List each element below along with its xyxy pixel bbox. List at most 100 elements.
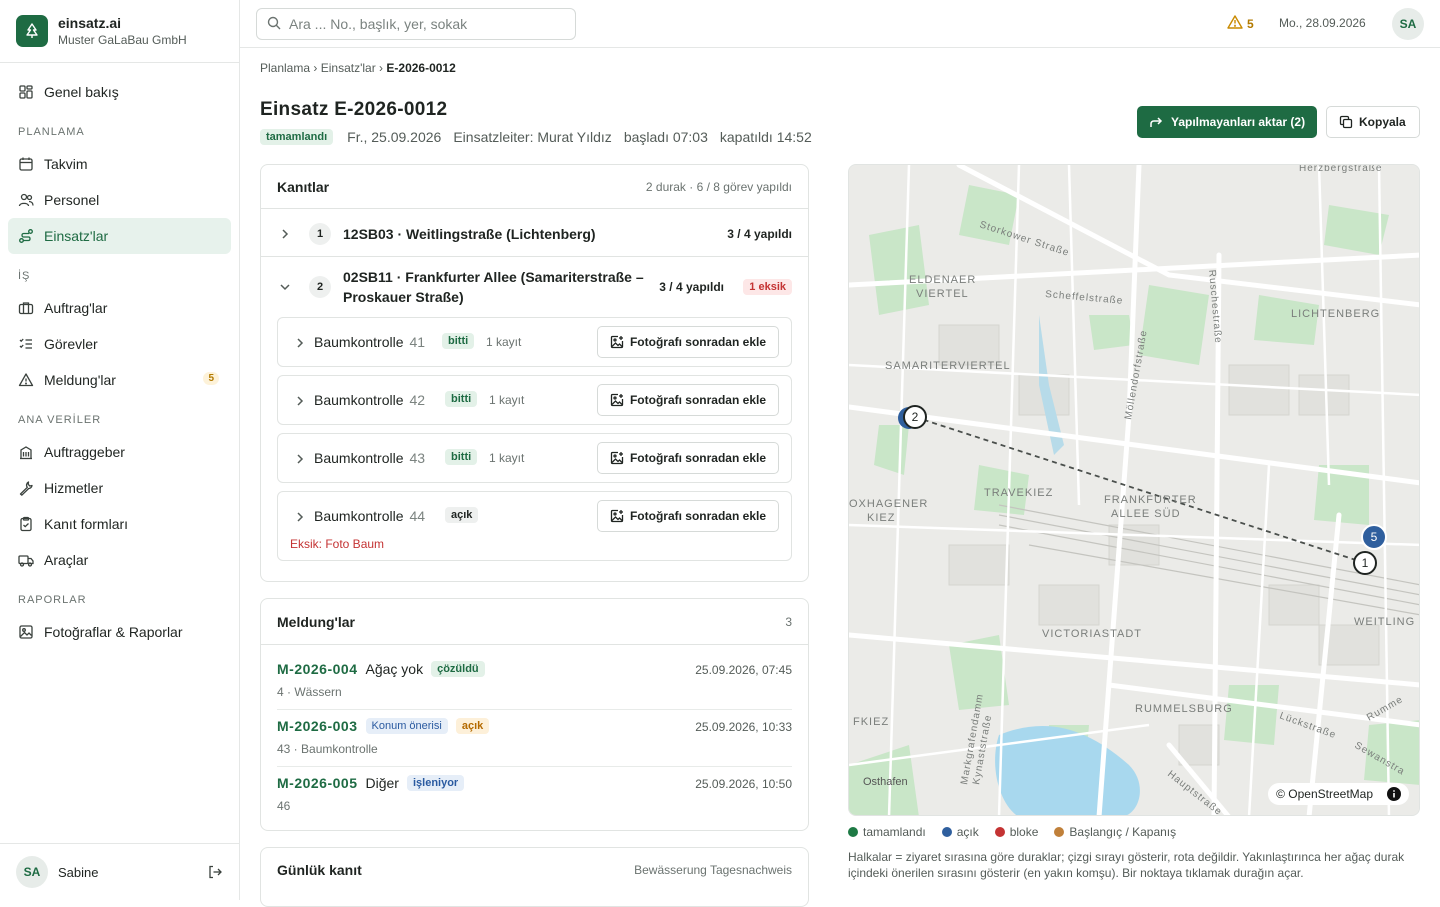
breadcrumb-deployments[interactable]: Einsatz'lar — [321, 61, 376, 75]
breadcrumb: Planlama › Einsatz'lar › E-2026-0012 — [260, 61, 456, 75]
sidebar-nav: Genel bakış PLANLAMA Takvim Personel Ein… — [8, 74, 231, 650]
map-legend: tamamlandı açık bloke Başlangıç / Kapanı… — [848, 825, 1192, 839]
daily-evidence-title: Günlük kanıt — [277, 862, 362, 878]
map-label: Herzbergstraße — [1299, 165, 1382, 174]
add-photo-later-button[interactable]: Fotoğrafı sonradan ekle — [596, 326, 779, 358]
divider — [277, 766, 792, 767]
legend-open: açık — [941, 825, 979, 839]
task-status-badge: bitti — [445, 449, 478, 465]
map-label: SAMARITERVIERTEL — [885, 360, 1011, 372]
avatar[interactable]: SA — [1392, 8, 1424, 40]
sidebar-item-label: Meldung'lar — [44, 372, 116, 388]
legend-done: tamamlandı — [848, 825, 926, 839]
report-id[interactable]: M-2026-004 — [277, 661, 358, 677]
task-row[interactable]: Baumkontrolle 41 bitti 1 kayıt Fotoğrafı … — [277, 317, 792, 367]
sidebar-item-evidence-forms[interactable]: Kanıt formları — [8, 506, 231, 542]
report-row[interactable]: M-2026-003 Konum önerisi açık 43 · Baumk… — [277, 718, 792, 756]
sidebar-item-reports[interactable]: Meldung'lar 5 — [8, 362, 231, 398]
deployment-started: başladı 07:03 — [623, 129, 708, 145]
task-row[interactable]: Baumkontrolle 42 bitti 1 kayıt Fotoğrafı … — [277, 375, 792, 425]
breadcrumb-planning[interactable]: Planlama — [260, 61, 310, 75]
add-photo-later-button[interactable]: Fotoğrafı sonradan ekle — [596, 384, 779, 416]
info-icon[interactable] — [1387, 787, 1401, 801]
checklist-icon — [18, 336, 34, 352]
daily-evidence-header: Günlük kanıt Bewässerung Tagesnachweis — [261, 848, 808, 892]
sidebar: einsatz.ai Muster GaLaBau GmbH Genel bak… — [0, 0, 240, 900]
map-marker-1[interactable]: 1 — [1353, 551, 1377, 575]
sidebar-item-tasks[interactable]: Görevler — [8, 326, 231, 362]
task-records: 1 kayıt — [486, 335, 522, 349]
report-row[interactable]: M-2026-004 Ağaç yok çözüldü 4 · Wässern … — [277, 661, 792, 699]
legend-label: tamamlandı — [863, 825, 926, 839]
sidebar-user: SA Sabine — [0, 843, 239, 900]
task-row[interactable]: Baumkontrolle 44 açık Fotoğrafı sonradan … — [277, 491, 792, 561]
image-icon — [18, 624, 34, 640]
add-photo-later-button[interactable]: Fotoğrafı sonradan ekle — [596, 442, 779, 474]
map-attribution[interactable]: © OpenStreetMap — [1268, 783, 1409, 805]
brand[interactable]: einsatz.ai Muster GaLaBau GmbH — [0, 0, 239, 63]
deployment-leader: Einsatzleiter: Murat Yıldız — [453, 129, 612, 145]
transfer-undone-label: Yapılmayanları aktar (2) — [1171, 115, 1306, 129]
status-badge: tamamlandı — [260, 129, 334, 145]
sidebar-item-deployments[interactable]: Einsatz'lar — [8, 218, 231, 254]
task-missing-note: Eksik: Foto Baum — [290, 537, 385, 551]
image-plus-icon — [610, 509, 624, 523]
stop-row[interactable]: 1 12SB03 · Weitlingstraße (Lichtenberg) … — [261, 211, 808, 257]
sidebar-item-label: Takvim — [44, 156, 88, 172]
grid-icon — [18, 84, 34, 100]
sidebar-item-vehicles[interactable]: Araçlar — [8, 542, 231, 578]
search-icon — [267, 16, 281, 33]
brand-name: einsatz.ai — [58, 15, 122, 31]
sidebar-item-staff[interactable]: Personel — [8, 182, 231, 218]
sidebar-item-label: Personel — [44, 192, 100, 208]
transfer-undone-button[interactable]: Yapılmayanları aktar (2) — [1137, 106, 1318, 138]
missing-badge: 1 eksik — [743, 279, 792, 295]
task-row[interactable]: Baumkontrolle 43 bitti 1 kayıt Fotoğrafı … — [277, 433, 792, 483]
report-id[interactable]: M-2026-005 — [277, 775, 358, 791]
map-marker-2[interactable]: 2 — [898, 405, 927, 429]
map-label: RUMMELSBURG — [1135, 703, 1233, 715]
task-status-badge: bitti — [442, 333, 475, 349]
sidebar-item-overview[interactable]: Genel bakış — [8, 74, 231, 110]
logout-icon[interactable] — [207, 864, 223, 883]
sidebar-item-services[interactable]: Hizmetler — [8, 470, 231, 506]
report-date: 25.09.2026, 07:45 — [695, 663, 792, 677]
report-sub: 43 · Baumkontrolle — [277, 742, 378, 756]
sidebar-item-label: Fotoğraflar & Raporlar — [44, 624, 183, 640]
map-marker-5[interactable]: 5 — [1361, 524, 1387, 550]
report-id[interactable]: M-2026-003 — [277, 718, 358, 734]
daily-evidence-card[interactable]: Günlük kanıt Bewässerung Tagesnachweis — [260, 847, 809, 907]
chevron-right-icon — [292, 335, 308, 351]
forward-arrow-icon — [1149, 115, 1163, 129]
sidebar-item-photos-reports[interactable]: Fotoğraflar & Raporlar — [8, 614, 231, 650]
search-box[interactable] — [256, 8, 576, 40]
chevron-down-icon — [277, 279, 293, 295]
report-row[interactable]: M-2026-005 Diğer işleniyor 46 25.09.2026… — [277, 775, 792, 813]
avatar[interactable]: SA — [16, 856, 48, 888]
add-photo-later-label: Fotoğrafı sonradan ekle — [629, 393, 766, 407]
brand-logo-icon — [16, 15, 48, 47]
task-records: 1 kayıt — [489, 393, 525, 407]
clipboard-icon — [18, 516, 34, 532]
sidebar-item-orders[interactable]: Auftrag'lar — [8, 290, 231, 326]
current-date: Mo., 28.09.2026 — [1279, 16, 1366, 30]
stop-row[interactable]: 2 02SB11 · Frankfurter Allee (Samariters… — [261, 257, 808, 317]
add-photo-later-button[interactable]: Fotoğrafı sonradan ekle — [596, 500, 779, 532]
sidebar-item-calendar[interactable]: Takvim — [8, 146, 231, 182]
chevron-right-icon — [292, 451, 308, 467]
warnings-count: 5 — [1247, 16, 1254, 31]
sidebar-item-clients[interactable]: Auftraggeber — [8, 434, 231, 470]
map-label: ALLEE SÜD — [1111, 508, 1181, 520]
truck-icon — [18, 552, 34, 568]
map-label: VICTORIASTADT — [1042, 628, 1142, 640]
brand-company: Muster GaLaBau GmbH — [58, 33, 187, 47]
map-view[interactable]: Herzbergstraße Storkower Straße ELDENAER… — [848, 164, 1420, 816]
legend-dot — [994, 827, 1005, 837]
warning-triangle-icon — [18, 372, 34, 388]
copy-button[interactable]: Kopyala — [1326, 106, 1420, 138]
map-canvas[interactable]: Herzbergstraße Storkower Straße ELDENAER… — [849, 165, 1420, 816]
warnings-indicator[interactable]: 5 — [1227, 15, 1254, 32]
map-label: FKIEZ — [853, 716, 889, 728]
image-plus-icon — [610, 393, 624, 407]
search-input[interactable] — [289, 16, 569, 32]
